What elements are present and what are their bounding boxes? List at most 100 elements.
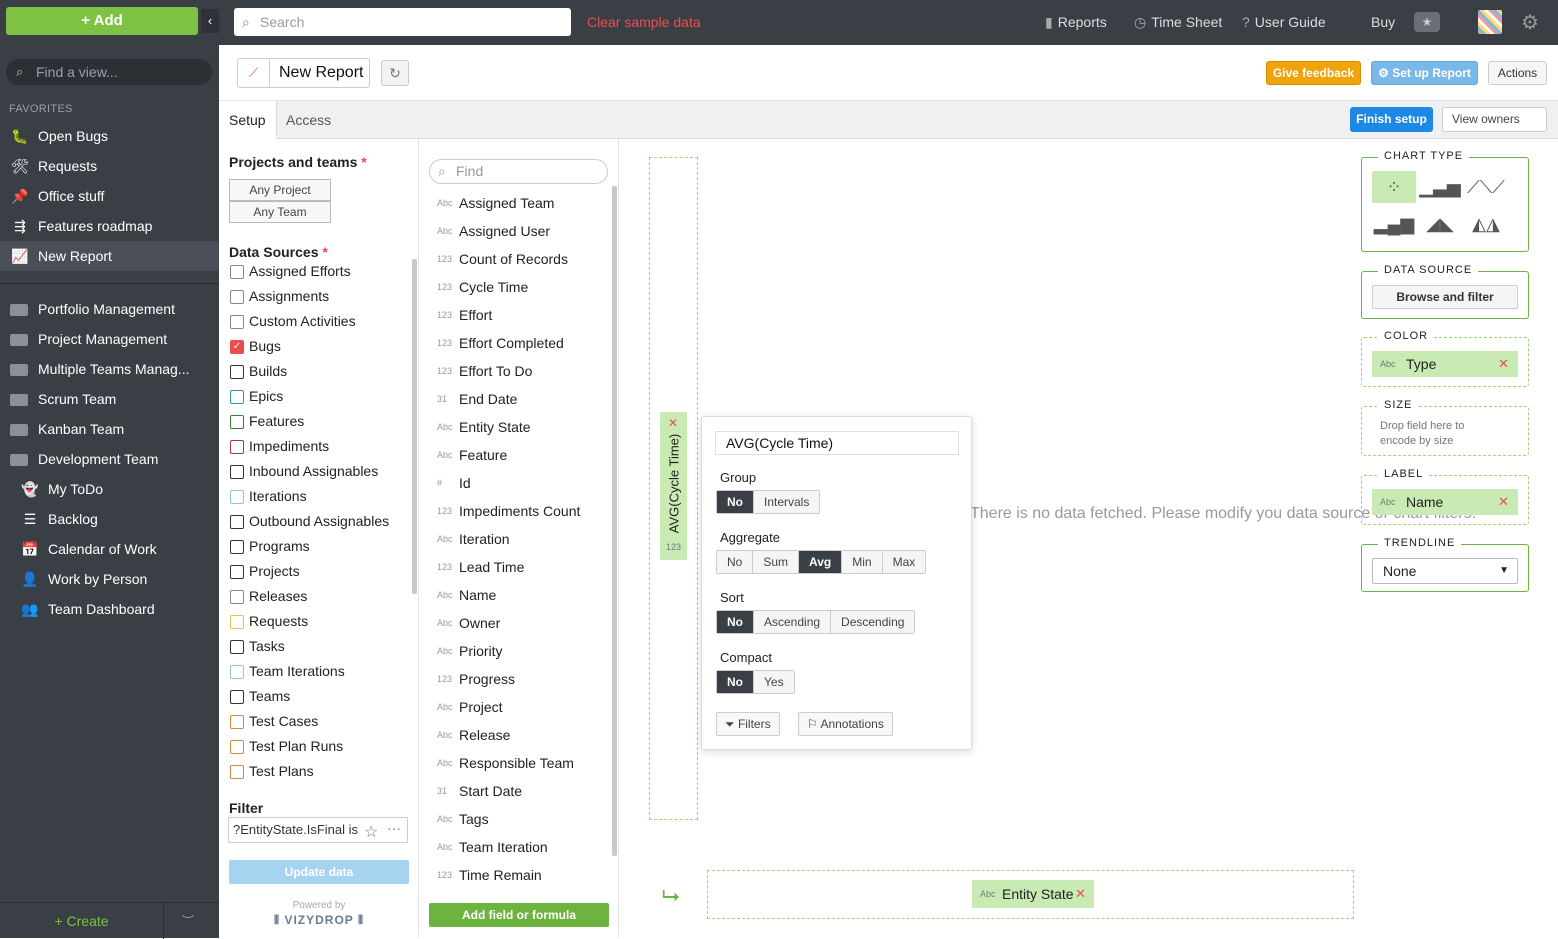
timesheet-link[interactable]: ◷ Time Sheet	[1134, 14, 1222, 31]
field-item[interactable]: Abc Name	[429, 581, 496, 609]
datasource-item[interactable]: Projects	[229, 559, 300, 584]
datasource-item[interactable]: Tasks	[229, 634, 285, 659]
field-title-input[interactable]: AVG(Cycle Time)	[715, 431, 959, 455]
field-item[interactable]: Abc Priority	[429, 637, 503, 665]
checkbox[interactable]	[230, 615, 244, 629]
datasource-item[interactable]: Outbound Assignables	[229, 509, 389, 534]
datasource-item[interactable]: Assignments	[229, 284, 329, 309]
datasource-item[interactable]: Impediments	[229, 434, 329, 459]
give-feedback-button[interactable]: Give feedback	[1266, 61, 1361, 85]
finish-setup-button[interactable]: Finish setup	[1350, 107, 1433, 132]
sidebar-item-new-report[interactable]: 📈 New Report	[0, 241, 219, 271]
datasource-item[interactable]: Builds	[229, 359, 287, 384]
checkbox[interactable]	[230, 590, 244, 604]
field-item[interactable]: 123 Cycle Time	[429, 273, 528, 301]
sidebar-folder-5[interactable]: Development Team	[0, 444, 219, 474]
field-item[interactable]: 123 Effort To Do	[429, 357, 532, 385]
field-item[interactable]: Abc Team Iteration	[429, 833, 548, 861]
field-item[interactable]: 123 Count of Records	[429, 245, 568, 273]
sidebar-folder-2[interactable]: Multiple Teams Manag...	[0, 354, 219, 384]
field-item[interactable]: 31 Start Date	[429, 777, 522, 805]
user-guide-link[interactable]: ? User Guide	[1242, 14, 1326, 30]
checkbox[interactable]	[230, 415, 244, 429]
field-item[interactable]: Abc Owner	[429, 609, 500, 637]
line-chart-icon[interactable]: ⟋⟍⟋	[1464, 171, 1508, 203]
field-item[interactable]: 123 Impediments Count	[429, 497, 580, 525]
field-item[interactable]: Abc Feature	[429, 441, 507, 469]
trendline-select[interactable]: None ▼	[1372, 558, 1518, 584]
field-item[interactable]: Abc Tags	[429, 805, 489, 833]
filters-button[interactable]: ⏷ Filters	[716, 712, 780, 736]
datasource-item[interactable]: Inbound Assignables	[229, 459, 378, 484]
area-chart-icon[interactable]: ◢◣	[1418, 208, 1462, 240]
sidebar-subitem-3[interactable]: 👤 Work by Person	[0, 564, 219, 594]
checkbox[interactable]	[230, 515, 244, 529]
field-item[interactable]: Abc Entity State	[429, 413, 531, 441]
fields-scrollbar[interactable]	[612, 186, 617, 856]
checkbox[interactable]	[230, 765, 244, 779]
sidebar-folder-4[interactable]: Kanban Team	[0, 414, 219, 444]
checkbox[interactable]	[230, 440, 244, 454]
checkbox[interactable]	[230, 265, 244, 279]
label-field-pill[interactable]: Abc Name ✕	[1372, 489, 1518, 515]
compact-option[interactable]: Yes	[754, 671, 794, 693]
scatter-chart-icon[interactable]: ⁘	[1372, 171, 1416, 203]
report-title[interactable]: ⟋ New Report	[237, 58, 370, 88]
aggregate-option[interactable]: Max	[883, 551, 926, 573]
browse-filter-button[interactable]: Browse and filter	[1372, 285, 1518, 309]
view-owners-button[interactable]: View owners	[1442, 107, 1547, 132]
checkbox[interactable]	[230, 740, 244, 754]
field-item[interactable]: Abc Assigned User	[429, 217, 550, 245]
checkbox[interactable]	[230, 715, 244, 729]
find-view-input[interactable]: ⌕ Find a view...	[6, 59, 212, 85]
tab-setup[interactable]: Setup	[219, 101, 277, 139]
datasource-item[interactable]: Test Plan Runs	[229, 734, 343, 759]
datasource-item[interactable]: Epics	[229, 384, 283, 409]
checkbox[interactable]	[230, 365, 244, 379]
field-item[interactable]: Abc Responsible Team	[429, 749, 574, 777]
checkbox[interactable]	[230, 640, 244, 654]
datasource-item[interactable]: Programs	[229, 534, 310, 559]
filter-input[interactable]: ?EntityState.IsFinal is	[228, 817, 408, 843]
datasource-item[interactable]: Features	[229, 409, 304, 434]
datasource-item[interactable]: Assigned Efforts	[229, 259, 351, 284]
find-field-input[interactable]: ⌕ Find	[429, 159, 608, 184]
datasource-item[interactable]: Requests	[229, 609, 308, 634]
field-item[interactable]: 123 Effort Completed	[429, 329, 564, 357]
datasource-item[interactable]: Test Cases	[229, 709, 318, 734]
remove-icon[interactable]: ✕	[1075, 880, 1086, 908]
sidebar-item-office-stuff[interactable]: 📌 Office stuff	[0, 181, 219, 211]
checkbox[interactable]	[230, 665, 244, 679]
field-item[interactable]: 123 Effort	[429, 301, 492, 329]
aggregate-option[interactable]: Min	[842, 551, 883, 573]
size-dropzone[interactable]: SIZE Drop field here to encode by size	[1361, 399, 1529, 456]
datasource-item[interactable]: Iterations	[229, 484, 307, 509]
star-icon[interactable]: ★	[1414, 12, 1440, 32]
x-axis-field-pill[interactable]: Abc Entity State ✕	[972, 880, 1094, 908]
reports-link[interactable]: ▮ Reports	[1045, 14, 1107, 31]
sort-option[interactable]: No	[717, 611, 754, 633]
add-button[interactable]: + Add	[6, 7, 198, 35]
datasource-item[interactable]: Teams	[229, 684, 290, 709]
checkbox[interactable]	[230, 565, 244, 579]
annotations-button[interactable]: ⚐ Annotations	[798, 712, 893, 736]
field-item[interactable]: Abc Release	[429, 721, 510, 749]
checkbox[interactable]	[230, 290, 244, 304]
hide-icon[interactable]: ︶	[182, 903, 202, 939]
refresh-icon[interactable]: ↻	[381, 60, 409, 86]
search-input[interactable]: ⌕ Search	[234, 8, 571, 36]
actions-button[interactable]: Actions	[1488, 61, 1547, 85]
aggregate-option[interactable]: Avg	[799, 551, 843, 573]
sidebar-item-open-bugs[interactable]: 🐛 Open Bugs	[0, 121, 219, 151]
checkbox[interactable]	[230, 540, 244, 554]
tab-access[interactable]: Access	[276, 101, 341, 139]
gear-icon[interactable]: ⚙	[1521, 10, 1539, 35]
group-option[interactable]: No	[717, 491, 754, 513]
datasource-item[interactable]: ✓ Bugs	[229, 334, 281, 359]
color-field-pill[interactable]: Abc Type ✕	[1372, 351, 1518, 377]
label-dropzone[interactable]: LABEL Abc Name ✕	[1361, 468, 1529, 525]
sidebar-item-requests[interactable]: 🛠 Requests	[0, 151, 219, 181]
datasource-item[interactable]: Team Iterations	[229, 659, 345, 684]
sidebar-subitem-0[interactable]: 👻 My ToDo	[0, 474, 219, 504]
field-item[interactable]: Abc Iteration	[429, 525, 510, 553]
